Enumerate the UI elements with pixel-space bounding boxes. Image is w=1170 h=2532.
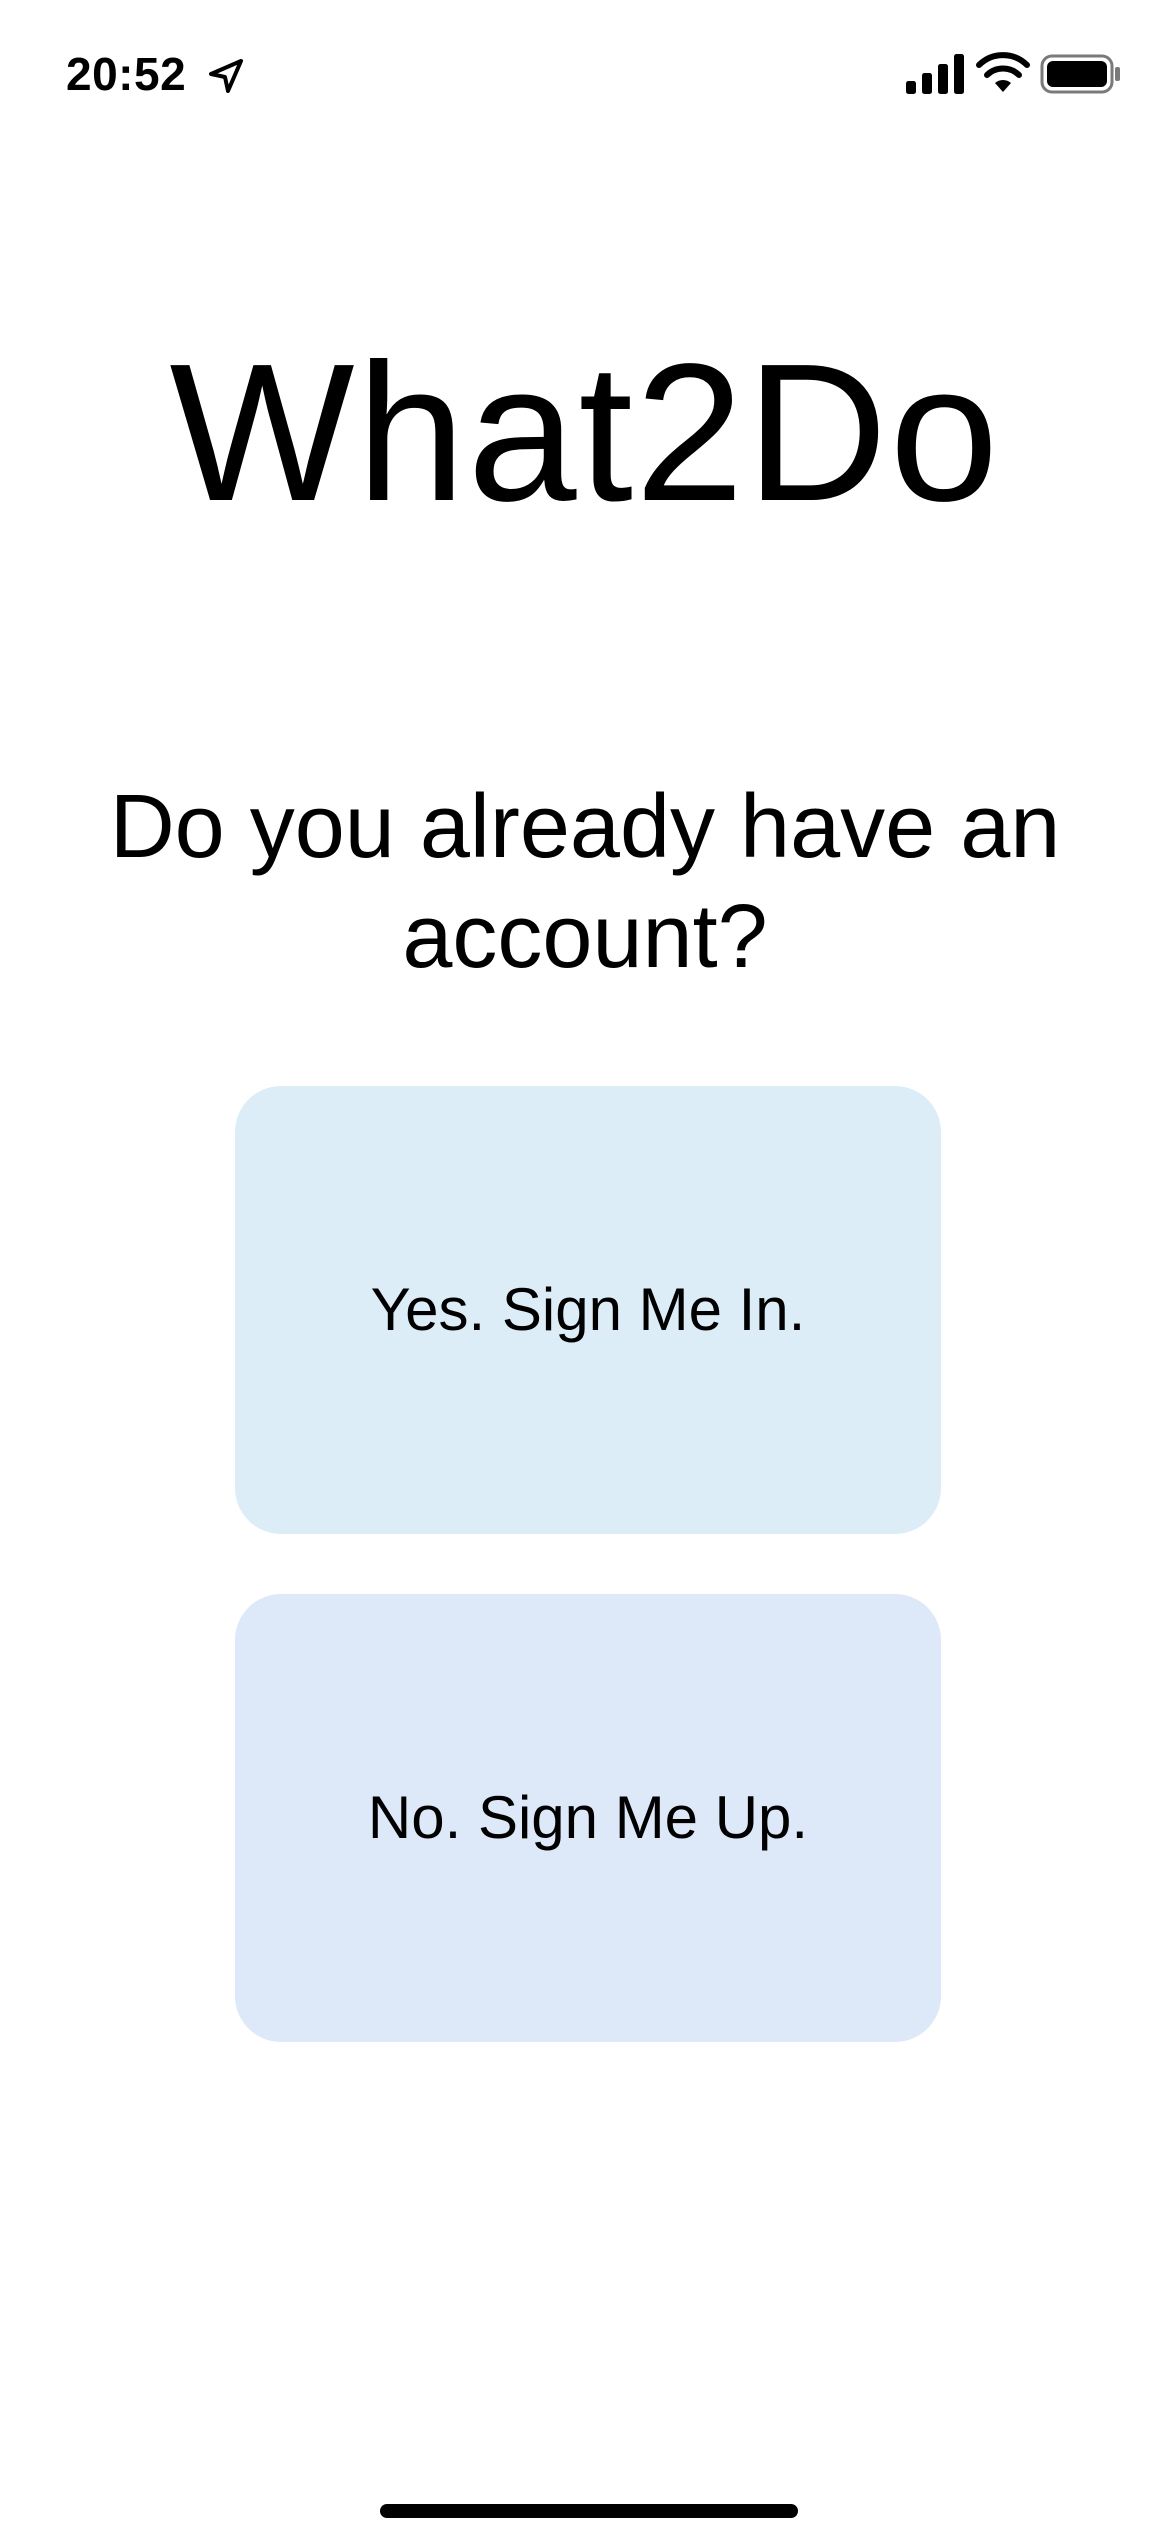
app-title: What2Do — [169, 323, 1001, 542]
sign-in-button[interactable]: Yes. Sign Me In. — [235, 1086, 941, 1534]
cellular-signal-icon — [906, 54, 964, 94]
status-bar: 20:52 — [0, 0, 1170, 150]
location-arrow-icon — [209, 59, 243, 93]
battery-icon — [1040, 54, 1120, 94]
sign-up-label: No. Sign Me Up. — [367, 1784, 809, 1851]
home-indicator[interactable] — [380, 2504, 798, 2518]
sign-in-label: Yes. Sign Me In. — [370, 1276, 806, 1343]
account-question: Do you already have an account? — [109, 777, 1061, 987]
status-time: 20:52 — [66, 48, 187, 100]
wifi-icon — [976, 52, 1030, 92]
sign-up-button[interactable]: No. Sign Me Up. — [235, 1594, 941, 2042]
